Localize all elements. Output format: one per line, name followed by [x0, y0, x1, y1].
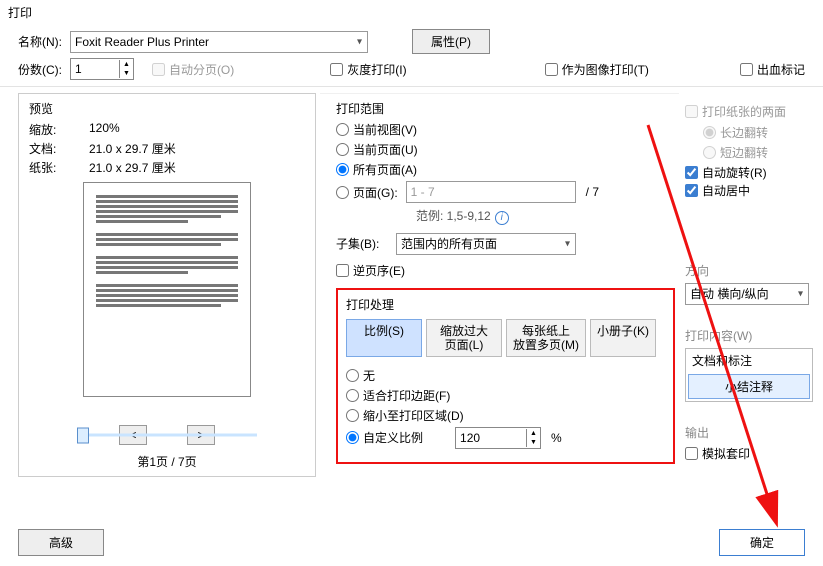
- preview-panel: 预览 缩放: 120% 文档: 21.0 x 29.7 厘米 纸张: 21.0 x 2…: [18, 93, 316, 477]
- copies-spinner[interactable]: ▲▼: [70, 58, 134, 80]
- scale-custom[interactable]: [346, 431, 359, 444]
- duplex-checkbox: 打印纸张的两面: [685, 103, 786, 120]
- grayscale-checkbox[interactable]: 灰度打印(I): [330, 61, 406, 78]
- pager-label: 第1页 / 7页: [29, 453, 305, 470]
- properties-button[interactable]: 属性(P): [412, 29, 490, 54]
- advanced-button[interactable]: 高级: [18, 529, 104, 556]
- orientation-title: 方向: [685, 262, 819, 279]
- page-slider-thumb[interactable]: [77, 427, 89, 443]
- collate-checkbox: 自动分页(O): [152, 61, 234, 78]
- output-title: 输出: [685, 424, 819, 441]
- reverse-order-checkbox[interactable]: 逆页序(E): [336, 262, 405, 279]
- print-content-select[interactable]: 文档和标注 小结注释: [685, 348, 813, 402]
- zoom-label: 缩放:: [29, 121, 71, 138]
- range-title: 打印范围: [336, 100, 675, 117]
- printer-name-label: 名称(N):: [18, 33, 62, 50]
- spin-up-icon[interactable]: ▲: [120, 60, 133, 69]
- pages-total: / 7: [586, 185, 599, 199]
- subset-select[interactable]: 范围内的所有页面: [396, 233, 576, 255]
- tab-fit-oversize[interactable]: 缩放过大 页面(L): [426, 319, 502, 357]
- scale-none[interactable]: 无: [346, 367, 665, 384]
- spin-down-icon[interactable]: ▼: [527, 438, 540, 447]
- auto-rotate-checkbox[interactable]: 自动旋转(R): [685, 164, 767, 181]
- percent-label: %: [551, 431, 562, 445]
- preview-title: 预览: [29, 100, 305, 117]
- zoom-value: 120%: [89, 121, 120, 138]
- scale-shrink[interactable]: 缩小至打印区域(D): [346, 407, 665, 424]
- ok-button[interactable]: 确定: [719, 529, 805, 556]
- pages-input[interactable]: [406, 181, 576, 203]
- paper-value: 21.0 x 29.7 厘米: [89, 159, 176, 176]
- window-title: 打印: [0, 0, 823, 25]
- page-thumbnail: [83, 182, 251, 397]
- printer-select[interactable]: Foxit Reader Plus Printer: [70, 31, 368, 53]
- bleed-marks-checkbox[interactable]: 出血标记: [740, 61, 805, 78]
- highlight-annotation: 打印处理 比例(S) 缩放过大 页面(L) 每张纸上 放置多页(M) 小册子(K…: [336, 288, 675, 464]
- page-slider-track[interactable]: [77, 434, 257, 437]
- scale-value-spinner[interactable]: ▲▼: [455, 427, 541, 449]
- paper-label: 纸张:: [29, 159, 71, 176]
- as-image-checkbox[interactable]: 作为图像打印(T): [545, 61, 649, 78]
- tab-multiple-per-sheet[interactable]: 每张纸上 放置多页(M): [506, 319, 586, 357]
- summary-comments-option[interactable]: 小结注释: [688, 374, 810, 399]
- radio-pages[interactable]: [336, 186, 349, 199]
- copies-input[interactable]: [71, 59, 119, 79]
- scale-value-input[interactable]: [456, 428, 526, 448]
- copies-label: 份数(C):: [18, 61, 62, 78]
- simulate-overprint-checkbox[interactable]: 模拟套印: [685, 445, 750, 462]
- doc-value: 21.0 x 29.7 厘米: [89, 140, 176, 157]
- print-content-title: 打印内容(W): [685, 327, 819, 344]
- info-icon[interactable]: i: [495, 211, 509, 225]
- tab-scale[interactable]: 比例(S): [346, 319, 422, 357]
- radio-current-page[interactable]: 当前页面(U): [336, 141, 675, 158]
- pages-label: 页面(G):: [353, 184, 398, 201]
- subset-label: 子集(B):: [336, 235, 392, 252]
- long-edge-radio: 长边翻转: [703, 124, 819, 141]
- short-edge-radio: 短边翻转: [703, 144, 819, 161]
- spin-down-icon[interactable]: ▼: [120, 69, 133, 78]
- orientation-select[interactable]: 自动 横向/纵向: [685, 283, 809, 305]
- pages-hint: 范例: 1,5-9,12i: [416, 207, 675, 225]
- radio-all-pages[interactable]: 所有页面(A): [336, 161, 675, 178]
- handling-title: 打印处理: [346, 296, 665, 313]
- tab-booklet[interactable]: 小册子(K): [590, 319, 656, 357]
- auto-center-checkbox[interactable]: 自动居中: [685, 182, 750, 199]
- spin-up-icon[interactable]: ▲: [527, 429, 540, 438]
- scale-fit-margins[interactable]: 适合打印边距(F): [346, 387, 665, 404]
- doc-label: 文档:: [29, 140, 71, 157]
- radio-current-view[interactable]: 当前视图(V): [336, 121, 675, 138]
- scale-custom-label: 自定义比例: [363, 429, 423, 446]
